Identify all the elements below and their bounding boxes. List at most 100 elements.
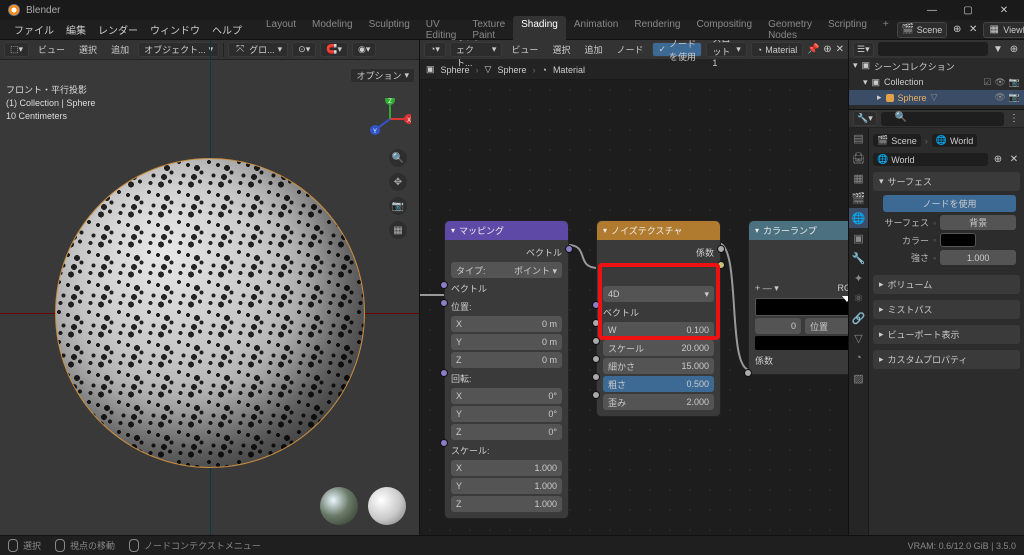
world-color[interactable] bbox=[940, 233, 976, 247]
scene-selector[interactable]: 🎬Scene bbox=[897, 22, 948, 38]
hdri-preview-ball[interactable] bbox=[320, 487, 358, 525]
world-selector[interactable]: 🌐 World bbox=[873, 153, 988, 166]
pin-icon[interactable]: 📌 bbox=[807, 44, 819, 56]
rot-z[interactable]: Z0° bbox=[451, 424, 562, 440]
mapping-type-field[interactable]: タイプ:ポイント ▾ bbox=[451, 262, 562, 278]
bc-material[interactable]: Material bbox=[553, 65, 585, 75]
surface-panel-header[interactable]: ▾ サーフェス bbox=[873, 172, 1020, 191]
ptab-material[interactable]: ◔ bbox=[849, 348, 868, 368]
props-options-icon[interactable]: ⋮ bbox=[1008, 113, 1020, 125]
zoom-gizmo[interactable]: 🔍 bbox=[388, 148, 408, 168]
menu-edit[interactable]: 編集 bbox=[60, 22, 92, 37]
slot-selector[interactable]: スロット1 ▾ bbox=[706, 42, 746, 57]
colorramp-header[interactable]: ▾カラーランプ bbox=[749, 221, 849, 240]
bc-object[interactable]: Sphere bbox=[441, 65, 470, 75]
props-editor-type[interactable]: 🔧▾ bbox=[853, 111, 877, 126]
noise-detail-socket[interactable] bbox=[592, 355, 600, 363]
close-button[interactable]: ✕ bbox=[986, 0, 1022, 20]
noise-detail-field[interactable]: 細かさ15.000 bbox=[603, 358, 714, 374]
ne-menu-view[interactable]: ビュー bbox=[506, 43, 543, 56]
ptab-particles[interactable]: ✦ bbox=[849, 268, 868, 288]
loc-x[interactable]: X0 m bbox=[451, 316, 562, 332]
ne-menu-select[interactable]: 選択 bbox=[547, 43, 575, 56]
proportional-toggle[interactable]: ◉▾ bbox=[352, 42, 376, 57]
world-new-icon[interactable]: ⊕ bbox=[992, 154, 1004, 166]
new-scene-icon[interactable]: ⊕ bbox=[951, 24, 963, 36]
mapping-node[interactable]: ▾マッピング ベクトル タイプ:ポイント ▾ ベクトル 位置: X0 m Y0 … bbox=[444, 220, 569, 519]
shader-type[interactable]: オブジェクト...▾ bbox=[450, 42, 502, 57]
unlink-material-icon[interactable]: ✕ bbox=[836, 44, 844, 56]
noise-roughness-field[interactable]: 粗さ0.500 bbox=[603, 376, 714, 392]
noise-color-socket[interactable] bbox=[717, 261, 725, 269]
noise-distort-socket[interactable] bbox=[592, 391, 600, 399]
world-crumb[interactable]: 🌐 World bbox=[932, 134, 978, 147]
viewport[interactable]: ⬚▾ ビュー 選択 追加 オブジェクト...▾ ⤧グロ...▾ ⊙▾ 🧲▾ ◉▾… bbox=[0, 40, 420, 535]
options-button[interactable]: オプション ▾ bbox=[350, 68, 415, 83]
menu-file[interactable]: ファイル bbox=[8, 22, 60, 37]
volume-panel-header[interactable]: ▸ ボリューム bbox=[873, 275, 1020, 294]
vp-menu-add[interactable]: 追加 bbox=[106, 43, 134, 56]
ne-menu-add[interactable]: 追加 bbox=[579, 43, 607, 56]
node-editor-type[interactable]: ◔▾ bbox=[424, 42, 446, 57]
scale-z[interactable]: Z1.000 bbox=[451, 496, 562, 512]
scale-y[interactable]: Y1.000 bbox=[451, 478, 562, 494]
material-selector[interactable]: ◔ Material bbox=[751, 42, 803, 57]
sphere-row[interactable]: ▸Sphere▽ 👁📷 bbox=[849, 90, 1024, 105]
ne-menu-node[interactable]: ノード bbox=[611, 43, 648, 56]
new-collection-icon[interactable]: ⊕ bbox=[1008, 43, 1020, 55]
strength-field[interactable]: 1.000 bbox=[940, 250, 1016, 265]
snap-toggle[interactable]: 🧲▾ bbox=[320, 42, 348, 57]
loc-z[interactable]: Z0 m bbox=[451, 352, 562, 368]
noise-w-socket[interactable] bbox=[592, 319, 600, 327]
ptab-world[interactable]: 🌐 bbox=[849, 208, 868, 228]
outliner-search[interactable] bbox=[878, 42, 988, 56]
pan-gizmo[interactable]: ✥ bbox=[388, 172, 408, 192]
editor-type-selector[interactable]: ⬚▾ bbox=[4, 42, 29, 57]
loc-y[interactable]: Y0 m bbox=[451, 334, 562, 350]
noise-distortion-field[interactable]: 歪み2.000 bbox=[603, 394, 714, 410]
noise-dimensions[interactable]: 4D▾ bbox=[603, 286, 714, 302]
mapping-out-socket[interactable] bbox=[565, 245, 573, 253]
color-ramp-gradient[interactable] bbox=[755, 298, 849, 316]
sphere-object[interactable] bbox=[55, 158, 365, 468]
colorramp-index[interactable]: 0 bbox=[755, 318, 801, 334]
loc-socket[interactable] bbox=[440, 299, 448, 307]
vp-mode-selector[interactable]: オブジェクト...▾ bbox=[138, 42, 219, 57]
vp-menu-select[interactable]: 選択 bbox=[74, 43, 102, 56]
viewport-display-panel-header[interactable]: ▸ ビューポート表示 bbox=[873, 325, 1020, 344]
props-search[interactable]: 🔍 bbox=[881, 112, 1004, 126]
noise-scale-field[interactable]: スケール20.000 bbox=[603, 340, 714, 356]
scale-x[interactable]: X1.000 bbox=[451, 460, 562, 476]
noise-vector-socket[interactable] bbox=[592, 301, 600, 309]
mapping-node-header[interactable]: ▾マッピング bbox=[445, 221, 568, 240]
ptab-physics[interactable]: ⚛ bbox=[849, 288, 868, 308]
bc-mesh[interactable]: Sphere bbox=[497, 65, 526, 75]
outliner-type[interactable]: ☰▾ bbox=[853, 42, 874, 57]
vp-menu-view[interactable]: ビュー bbox=[33, 43, 70, 56]
colorramp-color[interactable] bbox=[755, 336, 849, 350]
scene-collection-row[interactable]: ▾▣シーンコレクション bbox=[849, 58, 1024, 75]
minimize-button[interactable]: — bbox=[914, 0, 950, 20]
ptab-modifiers[interactable]: 🔧 bbox=[849, 248, 868, 268]
noise-w-field[interactable]: W0.100 bbox=[603, 322, 714, 338]
rot-y[interactable]: Y0° bbox=[451, 406, 562, 422]
ptab-constraints[interactable]: 🔗 bbox=[849, 308, 868, 328]
collection-row[interactable]: ▾▣Collection ☑👁📷 bbox=[849, 75, 1024, 90]
ptab-data[interactable]: ▽ bbox=[849, 328, 868, 348]
scene-crumb[interactable]: 🎬 Scene bbox=[873, 134, 921, 147]
delete-scene-icon[interactable]: ✕ bbox=[967, 24, 979, 36]
filter-icon[interactable]: ▼ bbox=[992, 43, 1004, 55]
use-nodes-toggle[interactable]: ✓ ノードを使用 bbox=[652, 42, 702, 57]
ptab-output[interactable]: 🖨 bbox=[849, 148, 868, 168]
rot-x[interactable]: X0° bbox=[451, 388, 562, 404]
maximize-button[interactable]: ▢ bbox=[950, 0, 986, 20]
menu-render[interactable]: レンダー bbox=[92, 22, 144, 37]
camera-gizmo[interactable]: 📷 bbox=[388, 196, 408, 216]
ptab-render[interactable]: ▤ bbox=[849, 128, 868, 148]
pivot-selector[interactable]: ⊙▾ bbox=[292, 42, 316, 57]
orientation-selector[interactable]: ⤧グロ...▾ bbox=[228, 42, 288, 57]
noise-rough-socket[interactable] bbox=[592, 373, 600, 381]
noise-texture-node[interactable]: ▾ノイズテクスチャ 係数 4D▾ ベクトル W0.100 スケール20.000 … bbox=[596, 220, 721, 417]
color-ramp-node[interactable]: ▾カラーランプ + — ▾RG 0 位置 係数 bbox=[748, 220, 849, 375]
rgb-label[interactable]: RG bbox=[838, 283, 850, 293]
